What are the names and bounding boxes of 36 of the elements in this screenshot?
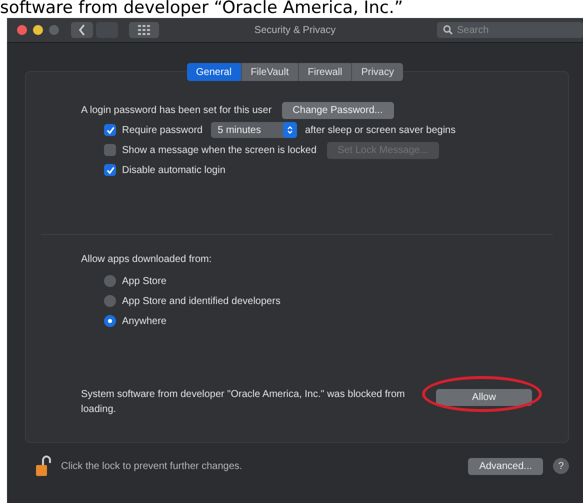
lock-hint-text: Click the lock to prevent further changes. xyxy=(61,460,242,472)
radio-button[interactable] xyxy=(104,275,116,287)
allow-apps-label: Allow apps downloaded from: xyxy=(81,253,213,267)
delay-dropdown[interactable]: 5 minutes xyxy=(210,122,297,138)
search-field[interactable]: Search xyxy=(437,22,583,38)
back-button[interactable] xyxy=(71,22,93,38)
grid-icon xyxy=(138,25,150,35)
option-label: Disable automatic login xyxy=(122,164,226,176)
open-lock-icon[interactable] xyxy=(35,455,51,477)
stepper-icon xyxy=(282,122,297,138)
radio-label: App Store and identified developers xyxy=(122,296,280,306)
tab[interactable]: General xyxy=(187,63,242,81)
option-label: after sleep or screen saver begins xyxy=(304,124,456,136)
radio-button[interactable] xyxy=(104,295,116,307)
option-label: Require password xyxy=(122,124,203,136)
radio-label: Anywhere xyxy=(122,316,166,326)
blocked-message: System software from developer "Oracle America, Inc." was blocked from loading. xyxy=(81,388,406,417)
login-text: A login password has been set for this user xyxy=(81,104,272,116)
checkbox[interactable] xyxy=(104,124,116,136)
advanced-button[interactable]: Advanced... xyxy=(468,458,543,474)
chevron-left-icon xyxy=(78,24,86,36)
checkbox[interactable] xyxy=(104,164,116,176)
minimize-button[interactable] xyxy=(33,25,43,35)
help-button[interactable]: ? xyxy=(553,458,569,474)
radio-button[interactable] xyxy=(104,315,116,327)
tab[interactable]: Privacy xyxy=(352,63,403,81)
allow-button[interactable]: Allow xyxy=(436,389,532,406)
change-password-button[interactable]: Change Password... xyxy=(282,102,394,118)
show-all-button[interactable] xyxy=(129,22,159,38)
window-title: Security & Privacy xyxy=(254,24,336,36)
radio-label: App Store xyxy=(122,276,166,286)
tab[interactable]: Firewall xyxy=(298,63,352,81)
caption-text: software from developer “Oracle America, Inc.” xyxy=(0,0,404,18)
tab[interactable]: FileVault xyxy=(242,63,299,81)
option-label: Show a message when the screen is locked xyxy=(122,144,317,156)
close-button[interactable] xyxy=(17,25,27,35)
